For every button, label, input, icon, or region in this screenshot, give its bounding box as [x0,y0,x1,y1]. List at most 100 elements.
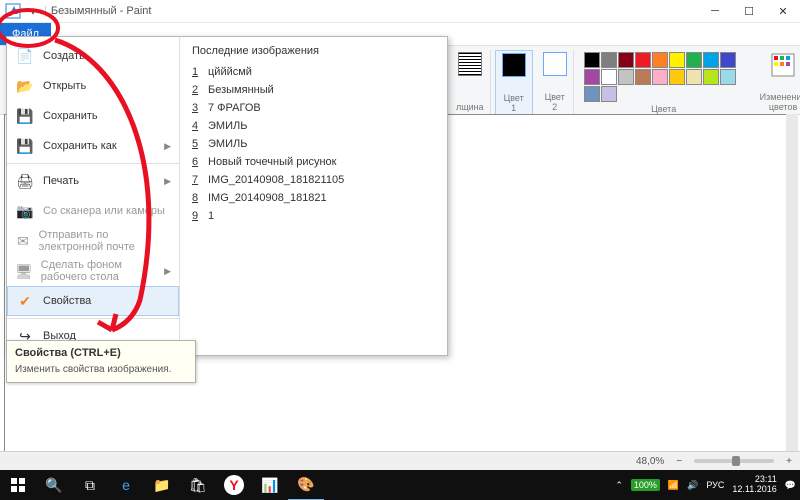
color-swatch[interactable] [669,52,685,68]
color1-swatch [502,53,526,77]
color-swatch[interactable] [652,69,668,85]
app-icon [4,2,22,20]
color2-swatch [543,52,567,76]
language-indicator[interactable]: РУС [706,480,724,490]
file-menu-wall: 🖥Сделать фоном рабочего стола▶ [7,256,179,286]
recent-file[interactable]: 5ЭМИЛЬ [192,135,435,153]
file-menu-item-label: Свойства [43,295,91,307]
recent-number: 8 [192,192,202,204]
recent-heading: Последние изображения [192,45,435,57]
file-menu-save[interactable]: 💾Сохранить [7,101,179,131]
zoom-out-button[interactable]: − [676,456,682,467]
clock-date: 12.11.2016 [732,485,776,495]
edit-colors-button[interactable]: Изменение цветов [754,50,800,114]
recent-file[interactable]: 7IMG_20140908_181821105 [192,171,435,189]
color-swatch[interactable] [601,86,617,102]
color2-label: Цвет 2 [545,92,565,114]
file-menu-item-label: Печать [43,175,79,187]
color-swatch[interactable] [703,69,719,85]
tray-up-icon[interactable]: ⌃ [615,480,623,491]
close-button[interactable]: ✕ [766,0,800,22]
color1-button[interactable]: Цвет 1 [495,50,533,116]
thickness-group[interactable]: лщина [450,50,491,114]
notifications-icon[interactable]: 💬 [785,480,796,491]
recent-file[interactable]: 91 [192,207,435,225]
recent-name: цйййсмй [208,66,252,78]
volume-icon[interactable]: 🔊 [687,480,698,491]
file-menu-props[interactable]: ✔ Свойства [7,286,179,316]
recent-name: Безымянный [208,84,274,96]
new-icon: 📄 [15,46,35,66]
clock[interactable]: 23:11 12.11.2016 [732,475,776,495]
color-swatch[interactable] [703,52,719,68]
explorer-icon[interactable]: 📁 [144,470,180,500]
file-menu-commands: 📄Создать📂Открыть💾Сохранить💾Сохранить как… [7,37,179,355]
file-menu-print[interactable]: 🖨Печать▶ [7,163,179,196]
yandex-icon[interactable]: Y [224,475,244,495]
color-swatch[interactable] [584,86,600,102]
recent-file[interactable]: 8IMG_20140908_181821 [192,189,435,207]
color-swatch[interactable] [686,52,702,68]
paint-taskbar-icon[interactable]: 🎨 [288,469,324,500]
task-view-icon[interactable]: ⧉ [72,470,108,500]
zoom-slider[interactable] [694,459,774,463]
saveas-icon: 💾 [15,136,35,156]
taskbar-app-1[interactable]: 📊 [252,470,288,500]
search-icon[interactable]: 🔍 [36,470,72,500]
color2-button[interactable]: Цвет 2 [537,50,574,114]
file-menu: 📄Создать📂Открыть💾Сохранить💾Сохранить как… [6,36,448,356]
edit-colors-label: Изменение цветов [760,92,800,114]
start-button[interactable] [0,470,36,500]
color-swatch[interactable] [652,52,668,68]
recent-file[interactable]: 1цйййсмй [192,63,435,81]
color-swatches [584,52,744,102]
color-swatch[interactable] [635,52,651,68]
recent-file[interactable]: 37 ФРАГОВ [192,99,435,117]
submenu-arrow-icon: ▶ [164,176,171,187]
recent-number: 9 [192,210,202,222]
recent-number: 2 [192,84,202,96]
tooltip-body: Изменить свойства изображения. [15,363,187,376]
zoom-value: 48,0% [636,456,664,467]
color-swatch[interactable] [635,69,651,85]
file-menu-item-label: Отправить по электронной почте [39,229,171,253]
recent-file[interactable]: 2 Безымянный [192,81,435,99]
store-icon[interactable]: 🛍 [180,470,216,500]
color-swatch[interactable] [618,69,634,85]
scan-icon: 📷 [15,201,35,221]
file-menu-saveas[interactable]: 💾Сохранить как▶ [7,131,179,161]
mail-icon: ✉ [15,231,31,251]
color-swatch[interactable] [720,52,736,68]
color-swatch[interactable] [669,69,685,85]
vertical-scrollbar[interactable] [786,114,798,452]
edge-icon[interactable]: e [108,470,144,500]
colors-group-label: Цвета [584,104,744,114]
color-swatch[interactable] [618,52,634,68]
color-swatch[interactable] [686,69,702,85]
qat-dropdown-icon[interactable]: ▾ [26,5,40,18]
color-swatch[interactable] [584,69,600,85]
recent-file[interactable]: 6Новый точечный рисунок [192,153,435,171]
color-swatch[interactable] [584,52,600,68]
zoom-in-button[interactable]: + [786,456,792,467]
recent-number: 7 [192,174,202,186]
taskbar: 🔍 ⧉ e 📁 🛍 Y 📊 🎨 ⌃ 100% 📶 🔊 РУС 23:11 12.… [0,470,800,500]
color-swatch[interactable] [601,52,617,68]
color-swatch[interactable] [720,69,736,85]
recent-name: Новый точечный рисунок [208,156,336,168]
minimize-button[interactable]: ─ [698,0,732,22]
battery-icon[interactable]: 100% [631,479,660,491]
color-swatch[interactable] [601,69,617,85]
props-icon: ✔ [15,291,35,311]
wifi-icon[interactable]: 📶 [668,480,679,491]
status-bar: 48,0% − + [0,451,800,470]
file-menu-item-label: Сделать фоном рабочего стола [41,259,156,283]
recent-name: 7 ФРАГОВ [208,102,261,114]
maximize-button[interactable]: ☐ [732,0,766,22]
recent-file[interactable]: 4ЭМИЛЬ [192,117,435,135]
open-icon: 📂 [15,76,35,96]
file-menu-new[interactable]: 📄Создать [7,41,179,71]
tooltip: Свойства (CTRL+E) Изменить свойства изоб… [6,340,196,383]
file-menu-open[interactable]: 📂Открыть [7,71,179,101]
file-menu-item-label: Сохранить [43,110,98,122]
